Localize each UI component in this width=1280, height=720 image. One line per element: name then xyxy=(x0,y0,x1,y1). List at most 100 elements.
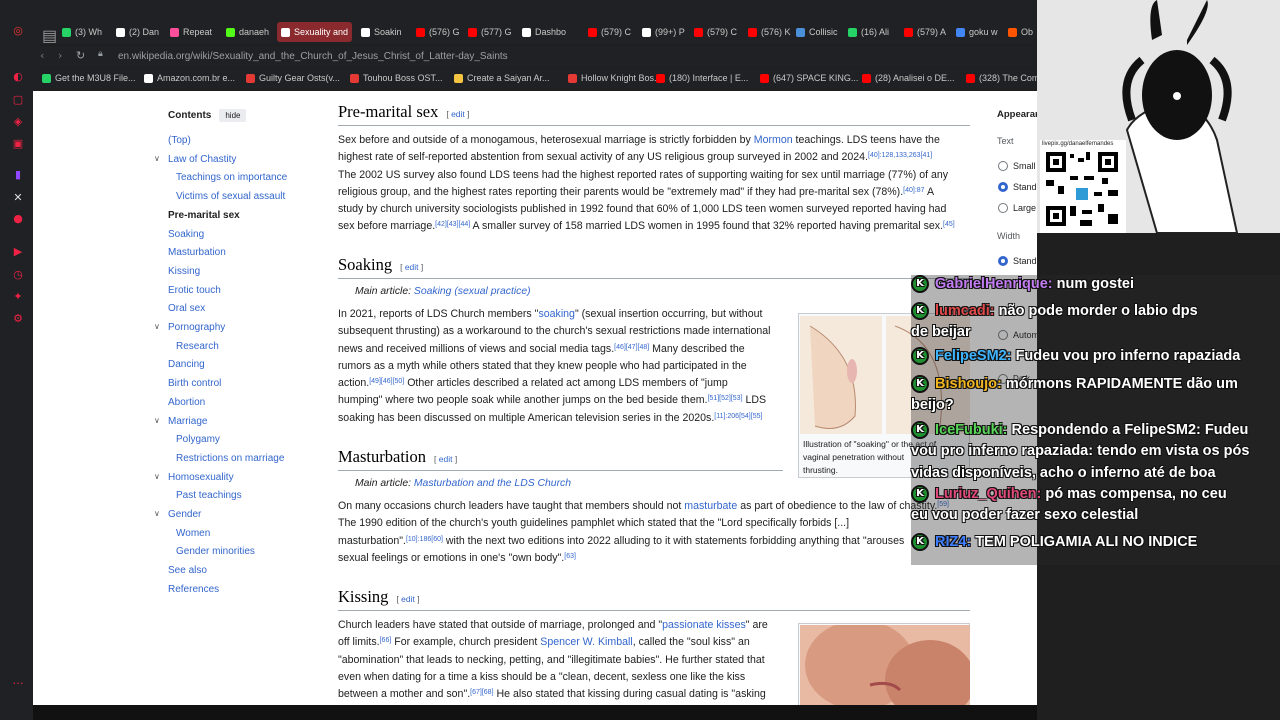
toc-item[interactable]: Polygamy xyxy=(176,434,220,445)
settings-gear-icon[interactable]: ⚙ xyxy=(11,312,25,326)
reference[interactable]: [40]:128,133,263[41] xyxy=(868,152,932,159)
toc-item[interactable]: Erotic touch xyxy=(168,285,221,296)
twitch-icon[interactable]: ▮ xyxy=(11,168,25,182)
tab-workspaces-icon[interactable]: ▤ xyxy=(42,26,57,46)
toc-collapse-chevron-icon[interactable]: ∨ xyxy=(154,322,160,331)
kimball-link[interactable]: Spencer W. Kimball xyxy=(540,636,632,648)
toc-item[interactable]: Pornography xyxy=(168,322,225,333)
tab[interactable]: (99+) P xyxy=(642,22,685,42)
main-article-link[interactable]: Masturbation and the LDS Church xyxy=(414,478,571,489)
toc-item[interactable]: Birth control xyxy=(168,378,221,389)
soaking-link[interactable]: soaking xyxy=(538,308,575,320)
url-field[interactable]: en.wikipedia.org/wiki/Sexuality_and_the_… xyxy=(118,51,508,62)
tab[interactable]: (576) K xyxy=(748,22,791,42)
tab[interactable]: (579) A xyxy=(904,22,946,42)
tab[interactable]: Ob xyxy=(1008,22,1033,42)
reference[interactable]: [40]:87 xyxy=(903,187,924,194)
tab[interactable]: (577) G xyxy=(468,22,512,42)
tab[interactable]: Repeat xyxy=(170,22,212,42)
reference[interactable]: [67][68] xyxy=(470,689,493,696)
back-icon[interactable]: ‹ xyxy=(40,49,54,63)
edit-link-text[interactable]: edit xyxy=(439,454,453,464)
tab-active[interactable]: Sexuality and xyxy=(277,22,353,42)
toc-item[interactable]: Victims of sexual assault xyxy=(176,191,285,202)
bookmark-item[interactable]: Create a Saiyan Ar... xyxy=(454,73,550,83)
sidebar-player-icon[interactable]: ▶ xyxy=(11,245,25,259)
edit-link[interactable]: [ edit ] xyxy=(446,106,469,123)
tab[interactable]: (576) G xyxy=(416,22,460,42)
reference[interactable]: [51][52][53] xyxy=(707,395,742,402)
bookmark-item[interactable]: (180) Interface | E... xyxy=(656,73,748,83)
reference[interactable]: [46][47][48] xyxy=(614,344,649,351)
bookmark-item[interactable]: Touhou Boss OST... xyxy=(350,73,443,83)
toc-collapse-chevron-icon[interactable]: ∨ xyxy=(154,472,160,481)
bookmark-item[interactable]: Get the M3U8 File... xyxy=(42,73,136,83)
youtube-icon[interactable]: ● xyxy=(11,212,25,226)
reference[interactable]: [42][43][44] xyxy=(435,221,470,228)
toc-item[interactable]: Pre-marital sex xyxy=(168,210,240,221)
edit-link-text[interactable]: edit xyxy=(451,109,465,119)
tab[interactable]: Soakin xyxy=(361,22,402,42)
sidebar-shop-icon[interactable]: ▢ xyxy=(11,93,25,107)
toc-item[interactable]: Soaking xyxy=(168,229,204,240)
tab[interactable]: (3) Wh xyxy=(62,22,102,42)
reference[interactable]: [45] xyxy=(943,221,955,228)
reference[interactable]: [11]:206[54][55] xyxy=(714,413,762,420)
tab[interactable]: goku w xyxy=(956,22,998,42)
toc-item[interactable]: (Top) xyxy=(168,135,191,146)
toc-item[interactable]: Marriage xyxy=(168,416,207,427)
reference[interactable]: [66] xyxy=(380,637,392,644)
text-large-radio[interactable] xyxy=(998,203,1008,213)
sidebar-more-icon[interactable]: … xyxy=(11,674,25,688)
bookmark-item[interactable]: (647) SPACE KING... xyxy=(760,73,858,83)
qr-code[interactable] xyxy=(1040,140,1126,233)
tab[interactable]: Dashbo xyxy=(522,22,566,42)
tab[interactable]: (579) C xyxy=(588,22,631,42)
text-small-radio[interactable] xyxy=(998,161,1008,171)
sidebar-box-icon[interactable]: ▣ xyxy=(11,137,25,151)
extensions-icon[interactable]: ✦ xyxy=(11,290,25,304)
edit-link[interactable]: [ edit ] xyxy=(434,451,457,468)
toc-collapse-chevron-icon[interactable]: ∨ xyxy=(154,416,160,425)
bookmark-item[interactable]: Hollow Knight Bos... xyxy=(568,73,662,83)
toc-hide-button[interactable]: hide xyxy=(219,109,247,122)
toc-item[interactable]: Research xyxy=(176,341,219,352)
main-article-link[interactable]: Soaking (sexual practice) xyxy=(414,286,531,297)
masturbate-link[interactable]: masturbate xyxy=(684,500,737,512)
toc-item[interactable]: Homosexuality xyxy=(168,472,234,483)
bookmark-item[interactable]: Amazon.com.br e... xyxy=(144,73,235,83)
tab[interactable]: Collisic xyxy=(796,22,838,42)
bookmark-item[interactable]: (28) Analisei o DE... xyxy=(862,73,955,83)
toc-collapse-chevron-icon[interactable]: ∨ xyxy=(154,509,160,518)
toc-item[interactable]: Kissing xyxy=(168,266,200,277)
toc-item[interactable]: Masturbation xyxy=(168,247,226,258)
toc-item[interactable]: Oral sex xyxy=(168,303,205,314)
history-icon[interactable]: ◷ xyxy=(11,268,25,282)
reference[interactable]: [49][46][50] xyxy=(369,378,404,385)
toc-item[interactable]: Gender xyxy=(168,509,201,520)
reference[interactable]: [10]:186[60] xyxy=(406,536,443,543)
toc-item[interactable]: Restrictions on marriage xyxy=(176,453,284,464)
mormon-link[interactable]: Mormon xyxy=(754,134,793,146)
toc-item[interactable]: See also xyxy=(168,565,207,576)
toc-collapse-chevron-icon[interactable]: ∨ xyxy=(154,154,160,163)
x-icon[interactable]: ✕ xyxy=(11,191,25,205)
toc-item[interactable]: Law of Chastity xyxy=(168,154,236,165)
toc-item[interactable]: References xyxy=(168,584,219,595)
toc-item[interactable]: Abortion xyxy=(168,397,205,408)
bookmark-item[interactable]: Guilty Gear Osts(v... xyxy=(246,73,340,83)
sidebar-ai-icon[interactable]: ◐ xyxy=(11,70,25,84)
kissing-photo[interactable] xyxy=(800,625,970,705)
toc-item[interactable]: Women xyxy=(176,528,210,539)
passionate-kisses-link[interactable]: passionate kisses xyxy=(662,619,746,631)
edit-link-text[interactable]: edit xyxy=(401,594,415,604)
toc-item[interactable]: Dancing xyxy=(168,359,205,370)
toc-item[interactable]: Past teachings xyxy=(176,490,242,501)
toc-item[interactable]: Gender minorities xyxy=(176,546,255,557)
opera-logo-icon[interactable]: ◎ xyxy=(11,24,25,38)
tab[interactable]: danaeh xyxy=(226,22,269,42)
text-standard-radio[interactable] xyxy=(998,182,1008,192)
sidebar-game-icon[interactable]: ◈ xyxy=(11,115,25,129)
reference[interactable]: [63] xyxy=(564,553,576,560)
forward-icon[interactable]: › xyxy=(58,49,72,63)
